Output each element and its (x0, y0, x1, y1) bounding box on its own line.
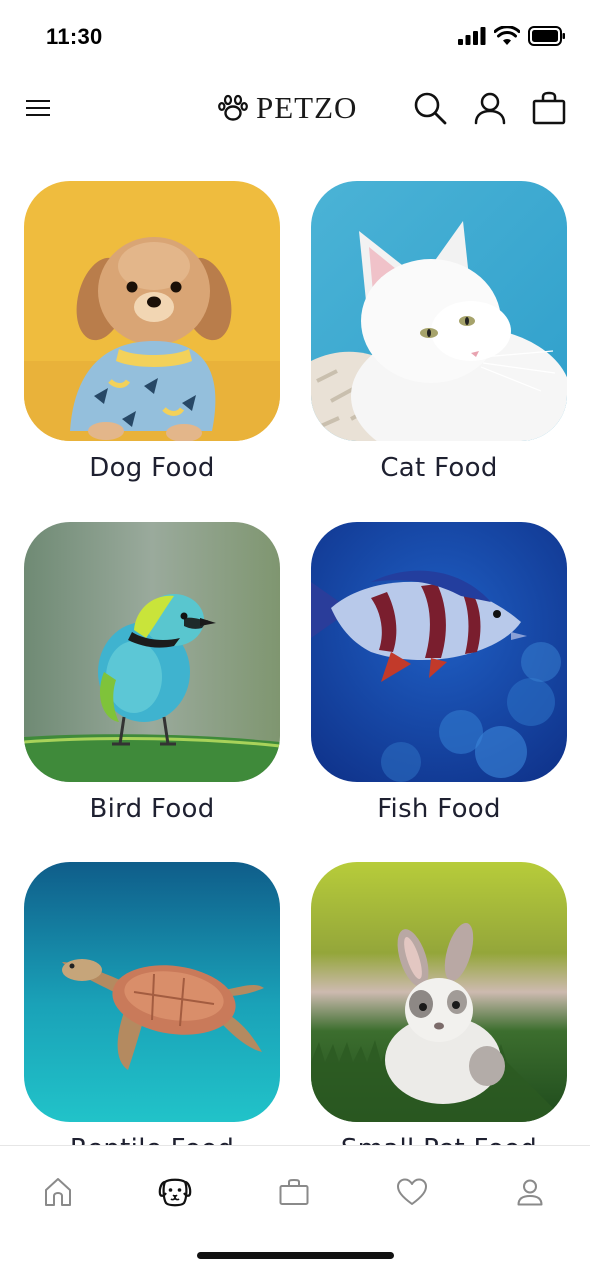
status-time: 11:30 (46, 24, 103, 49)
brand-logo[interactable]: PETZO (218, 88, 357, 128)
nav-profile[interactable] (505, 1172, 555, 1212)
heart-icon (397, 1178, 427, 1205)
dog-food-image (24, 181, 280, 441)
nav-wishlist[interactable] (387, 1172, 437, 1212)
fish-food-image (311, 522, 567, 782)
nav-shop[interactable] (269, 1172, 319, 1212)
rabbit-image (311, 862, 567, 1122)
profile-icon (517, 1179, 543, 1206)
category-label: Dog Food (89, 453, 215, 483)
category-label: Bird Food (89, 794, 215, 824)
cat-food-image (311, 181, 567, 441)
app-header: PETZO (0, 78, 590, 138)
nav-pets[interactable] (150, 1172, 200, 1212)
home-indicator[interactable] (197, 1252, 394, 1259)
dog-icon (158, 1178, 192, 1207)
search-button[interactable] (410, 88, 450, 128)
status-icons (458, 24, 566, 48)
bottom-navigation (0, 1145, 590, 1281)
category-tile-fish-food[interactable]: Fish Food (311, 522, 567, 824)
bird-food-image (24, 522, 280, 782)
category-tile-cat-food[interactable]: Cat Food (311, 181, 567, 483)
cart-button[interactable] (529, 88, 569, 128)
category-tile-rabbit[interactable]: Small Pet Food (311, 862, 567, 1164)
shopping-bag-icon (532, 91, 566, 125)
user-icon (474, 92, 506, 125)
hamburger-icon (26, 100, 50, 116)
home-icon (45, 1178, 71, 1206)
battery-icon (528, 26, 565, 46)
status-bar: 11:30 (0, 0, 590, 70)
category-tile-dog-food[interactable]: Dog Food (24, 181, 280, 483)
wifi-icon (494, 26, 520, 45)
account-button[interactable] (470, 88, 510, 128)
signal-icon (458, 27, 486, 45)
category-label: Fish Food (377, 794, 501, 824)
bag-icon (279, 1178, 309, 1205)
paw-icon (218, 94, 248, 121)
menu-button[interactable] (20, 90, 56, 126)
nav-home[interactable] (33, 1172, 83, 1212)
category-tile-turtle[interactable]: Reptile Food (24, 862, 280, 1164)
category-label: Cat Food (380, 453, 498, 483)
category-tile-bird-food[interactable]: Bird Food (24, 522, 280, 824)
turtle-image (24, 862, 280, 1122)
search-icon (414, 92, 447, 125)
brand-name: PETZO (256, 90, 358, 125)
